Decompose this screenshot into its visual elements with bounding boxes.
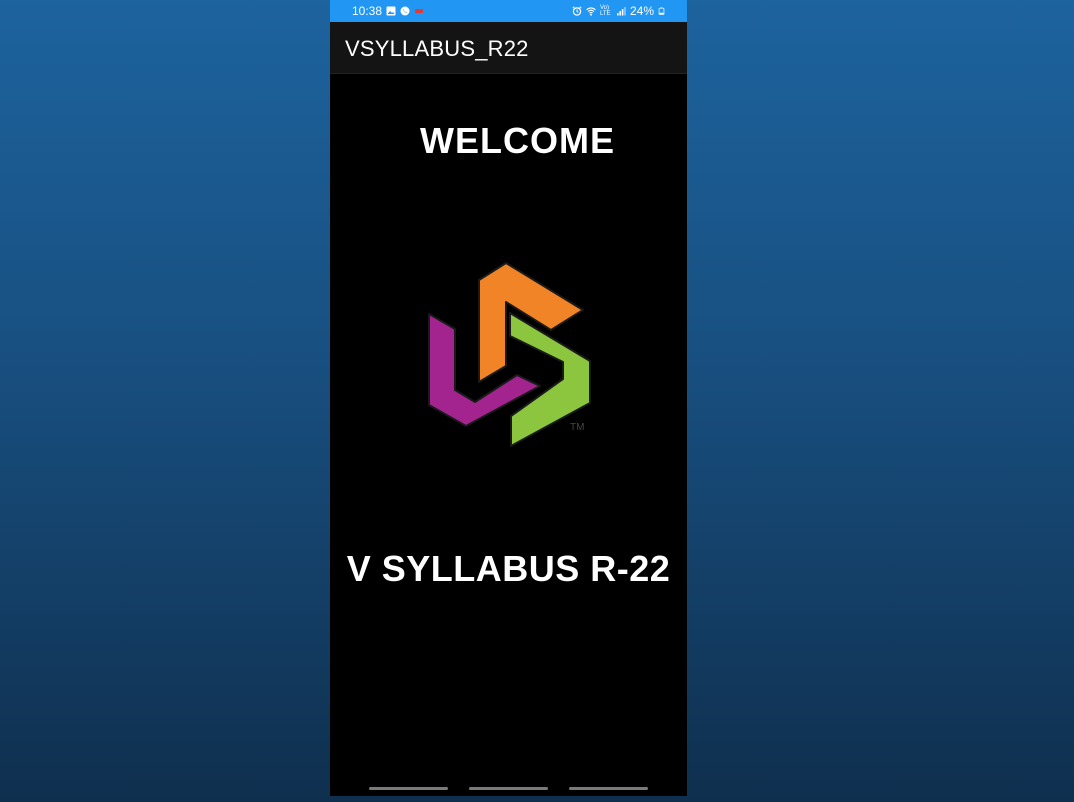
logo-trademark: TM (570, 422, 584, 433)
wifi-icon (586, 7, 596, 16)
notification-icon (415, 9, 424, 13)
recents-handle[interactable] (369, 787, 448, 790)
phone-screen: 10:38 Vo) LTE 24% VSYLLABUS_R22 WELCOME … (330, 0, 687, 796)
back-handle[interactable] (569, 787, 648, 790)
signal-icon (616, 7, 626, 16)
vsyllabus-logo: TM (428, 262, 591, 447)
navigation-bar (330, 787, 687, 791)
status-bar: 10:38 Vo) LTE 24% (330, 0, 687, 22)
battery-icon (658, 7, 665, 15)
welcome-heading: WELCOME (420, 120, 615, 161)
app-name-heading: V SYLLABUS R-22 (346, 548, 671, 589)
gallery-icon (386, 6, 396, 16)
status-right: Vo) LTE 24% (572, 4, 665, 18)
home-handle[interactable] (469, 787, 548, 790)
status-left: 10:38 (352, 4, 424, 18)
network-label: Vo) LTE (599, 5, 611, 17)
alarm-icon (572, 6, 582, 16)
app-title: VSYLLABUS_R22 (345, 36, 529, 61)
app-bar: VSYLLABUS_R22 (330, 22, 687, 74)
battery-percent: 24% (629, 4, 654, 18)
whatsapp-icon (400, 6, 410, 16)
status-time: 10:38 (352, 4, 383, 18)
